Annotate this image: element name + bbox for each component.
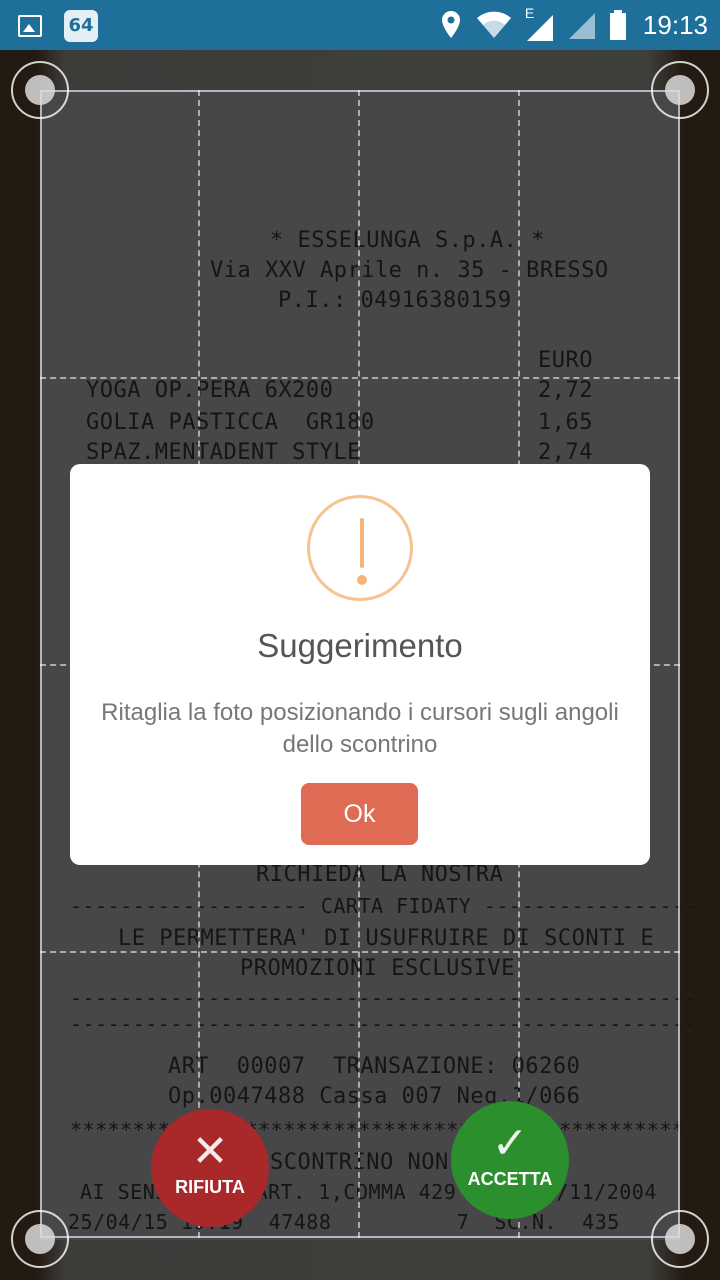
dialog-title: Suggerimento (257, 627, 463, 664)
accept-button[interactable]: ✓ ACCETTA (451, 1101, 569, 1219)
close-icon: ✕ (191, 1127, 229, 1176)
crop-grid-line (40, 951, 680, 953)
wifi-icon (476, 11, 511, 38)
location-icon (441, 11, 460, 38)
signal-icon-secondary (568, 13, 595, 39)
image-notification-icon (18, 15, 42, 37)
check-icon: ✓ (491, 1119, 529, 1168)
crop-handle-top-right[interactable] (651, 61, 709, 119)
network-type-indicator: E (525, 5, 555, 41)
crop-handle-bottom-left[interactable] (11, 1210, 69, 1268)
status-bar: 64 E 19:13 (0, 0, 720, 50)
battery-icon (609, 10, 626, 40)
accept-label: ACCETTA (467, 1169, 553, 1189)
crop-grid-line (40, 377, 680, 379)
crop-handle-top-left[interactable] (11, 61, 69, 119)
tip-dialog: Suggerimento Ritaglia la foto posizionan… (70, 464, 650, 865)
reject-label: RIFIUTA (175, 1177, 245, 1197)
warning-icon (307, 495, 413, 601)
reject-button[interactable]: ✕ RIFIUTA (151, 1109, 269, 1227)
clock: 19:13 (642, 9, 708, 40)
app-badge: 64 (64, 10, 98, 42)
ok-button[interactable]: Ok (301, 783, 418, 845)
signal-icon (526, 15, 553, 41)
dialog-message: Ritaglia la foto posizionando i cursori … (101, 699, 619, 758)
crop-handle-bottom-right[interactable] (651, 1210, 709, 1268)
